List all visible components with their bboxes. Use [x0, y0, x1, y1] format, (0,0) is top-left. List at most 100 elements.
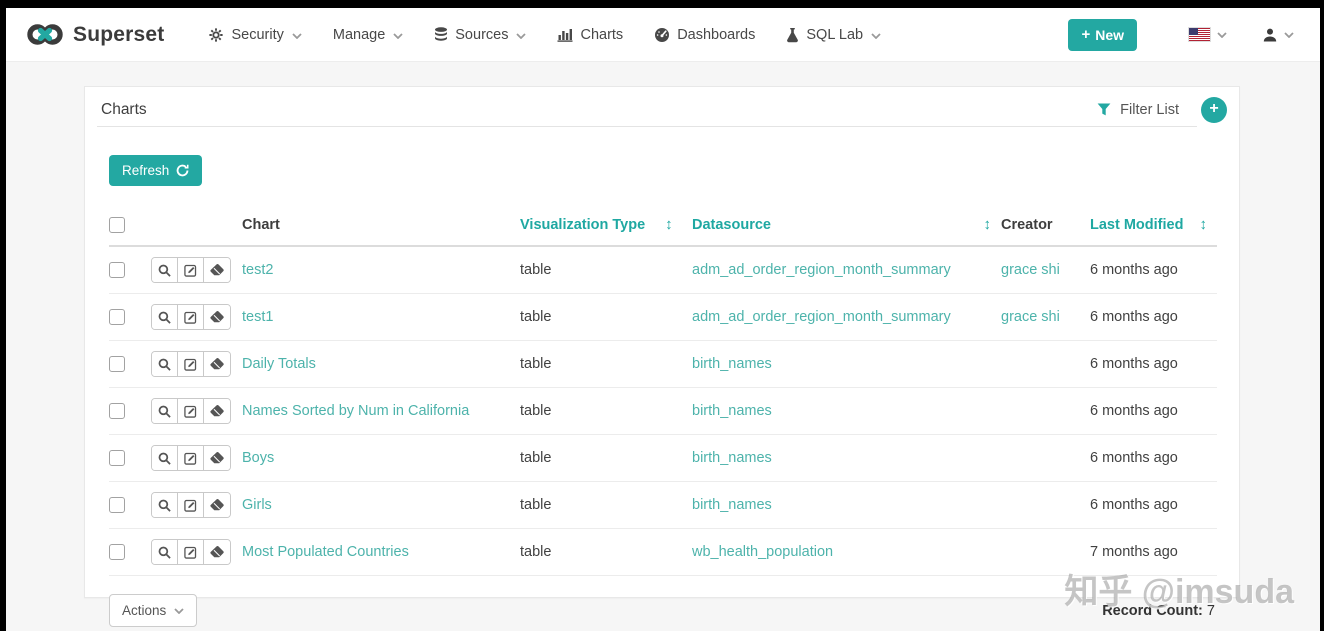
row-checkbox[interactable]	[109, 497, 125, 513]
show-button[interactable]	[152, 399, 178, 423]
delete-button[interactable]	[204, 258, 230, 282]
magnifier-icon	[158, 499, 171, 512]
panel-footer: Actions Record Count: 7	[109, 594, 1215, 627]
datasource-link[interactable]: adm_ad_order_region_month_summary	[692, 309, 951, 325]
row-checkbox[interactable]	[109, 309, 125, 325]
nav-item-label: Charts	[580, 27, 623, 43]
table-header-row: Chart Visualization Type ↕ Datasource ↕	[109, 208, 1217, 246]
row-action-group	[151, 492, 231, 518]
datasource-link[interactable]: birth_names	[692, 450, 772, 466]
edit-button[interactable]	[178, 540, 204, 564]
show-button[interactable]	[152, 493, 178, 517]
row-checkbox[interactable]	[109, 403, 125, 419]
table-row: Most Populated Countries table wb_health…	[109, 529, 1217, 576]
row-checkbox[interactable]	[109, 262, 125, 278]
add-chart-button[interactable]: +	[1201, 97, 1227, 123]
show-button[interactable]	[152, 258, 178, 282]
gears-icon	[208, 27, 224, 43]
row-checkbox[interactable]	[109, 356, 125, 372]
edit-button[interactable]	[178, 305, 204, 329]
edit-button[interactable]	[178, 446, 204, 470]
nav-item-sources[interactable]: Sources	[434, 27, 526, 43]
refresh-icon	[176, 164, 189, 177]
chart-link[interactable]: Most Populated Countries	[242, 544, 409, 560]
edit-button[interactable]	[178, 493, 204, 517]
delete-button[interactable]	[204, 540, 230, 564]
chart-link[interactable]: test2	[242, 262, 273, 278]
select-all-checkbox[interactable]	[109, 217, 125, 233]
eraser-icon	[210, 452, 224, 464]
nav-item-dashboards[interactable]: Dashboards	[654, 27, 755, 43]
eraser-icon	[210, 264, 224, 276]
chart-link[interactable]: Daily Totals	[242, 356, 316, 372]
delete-button[interactable]	[204, 305, 230, 329]
chevron-down-icon	[174, 608, 184, 614]
column-actions	[151, 208, 242, 246]
viz-type-cell: table	[520, 450, 551, 466]
datasource-link[interactable]: birth_names	[692, 356, 772, 372]
nav-item-security[interactable]: Security	[208, 27, 301, 43]
datasource-link[interactable]: adm_ad_order_region_month_summary	[692, 262, 951, 278]
sort-icon[interactable]: ↕	[665, 216, 673, 233]
viz-type-cell: table	[520, 497, 551, 513]
column-last-modified[interactable]: Last Modified ↕	[1090, 208, 1217, 246]
nav-item-label: SQL Lab	[806, 27, 863, 43]
navbar: Superset Security Manage	[6, 8, 1320, 62]
record-count: Record Count: 7	[1102, 603, 1215, 619]
show-button[interactable]	[152, 540, 178, 564]
language-dropdown[interactable]	[1189, 28, 1227, 41]
refresh-button-label: Refresh	[122, 163, 169, 178]
chart-link[interactable]: Names Sorted by Num in California	[242, 403, 469, 419]
page: Superset Security Manage	[6, 8, 1320, 631]
delete-button[interactable]	[204, 352, 230, 376]
table-row: Names Sorted by Num in California table …	[109, 388, 1217, 435]
brand[interactable]: Superset	[26, 22, 164, 47]
last-modified-cell: 6 months ago	[1090, 309, 1178, 325]
nav-item-manage[interactable]: Manage	[333, 27, 403, 43]
chart-link[interactable]: Girls	[242, 497, 272, 513]
viz-type-cell: table	[520, 262, 551, 278]
show-button[interactable]	[152, 305, 178, 329]
new-button-label: New	[1095, 27, 1124, 43]
datasource-link[interactable]: birth_names	[692, 403, 772, 419]
row-action-group	[151, 304, 231, 330]
user-menu[interactable]	[1263, 28, 1294, 42]
chevron-down-icon	[1284, 32, 1294, 38]
nav-item-label: Sources	[455, 27, 508, 43]
datasource-link[interactable]: birth_names	[692, 497, 772, 513]
show-button[interactable]	[152, 446, 178, 470]
sort-icon[interactable]: ↕	[1200, 216, 1208, 233]
chart-link[interactable]: test1	[242, 309, 273, 325]
refresh-button[interactable]: Refresh	[109, 155, 202, 186]
column-datasource[interactable]: Datasource ↕	[692, 208, 1001, 246]
delete-button[interactable]	[204, 446, 230, 470]
filter-list-button[interactable]: Filter List	[1097, 102, 1193, 118]
chart-link[interactable]: Boys	[242, 450, 274, 466]
actions-dropdown[interactable]: Actions	[109, 594, 197, 627]
creator-link[interactable]: grace shi	[1001, 309, 1060, 325]
edit-button[interactable]	[178, 399, 204, 423]
datasource-link[interactable]: wb_health_population	[692, 544, 833, 560]
chevron-down-icon	[871, 33, 881, 39]
sort-icon[interactable]: ↕	[984, 216, 992, 233]
table-row: test2 table adm_ad_order_region_month_su…	[109, 246, 1217, 294]
edit-button[interactable]	[178, 258, 204, 282]
row-checkbox[interactable]	[109, 450, 125, 466]
column-viz-type[interactable]: Visualization Type ↕	[520, 208, 692, 246]
delete-button[interactable]	[204, 399, 230, 423]
edit-button[interactable]	[178, 352, 204, 376]
nav-item-label: Manage	[333, 27, 385, 43]
chevron-down-icon	[1217, 32, 1227, 38]
last-modified-cell: 7 months ago	[1090, 544, 1178, 560]
column-creator: Creator	[1001, 208, 1090, 246]
show-button[interactable]	[152, 352, 178, 376]
delete-button[interactable]	[204, 493, 230, 517]
charts-panel: Charts Filter List + Refresh	[84, 86, 1240, 598]
flask-icon	[786, 27, 799, 43]
nav-item-sql-lab[interactable]: SQL Lab	[786, 27, 881, 43]
magnifier-icon	[158, 405, 171, 418]
new-button[interactable]: + New	[1068, 19, 1137, 51]
row-checkbox[interactable]	[109, 544, 125, 560]
nav-item-charts[interactable]: Charts	[557, 27, 623, 43]
creator-link[interactable]: grace shi	[1001, 262, 1060, 278]
